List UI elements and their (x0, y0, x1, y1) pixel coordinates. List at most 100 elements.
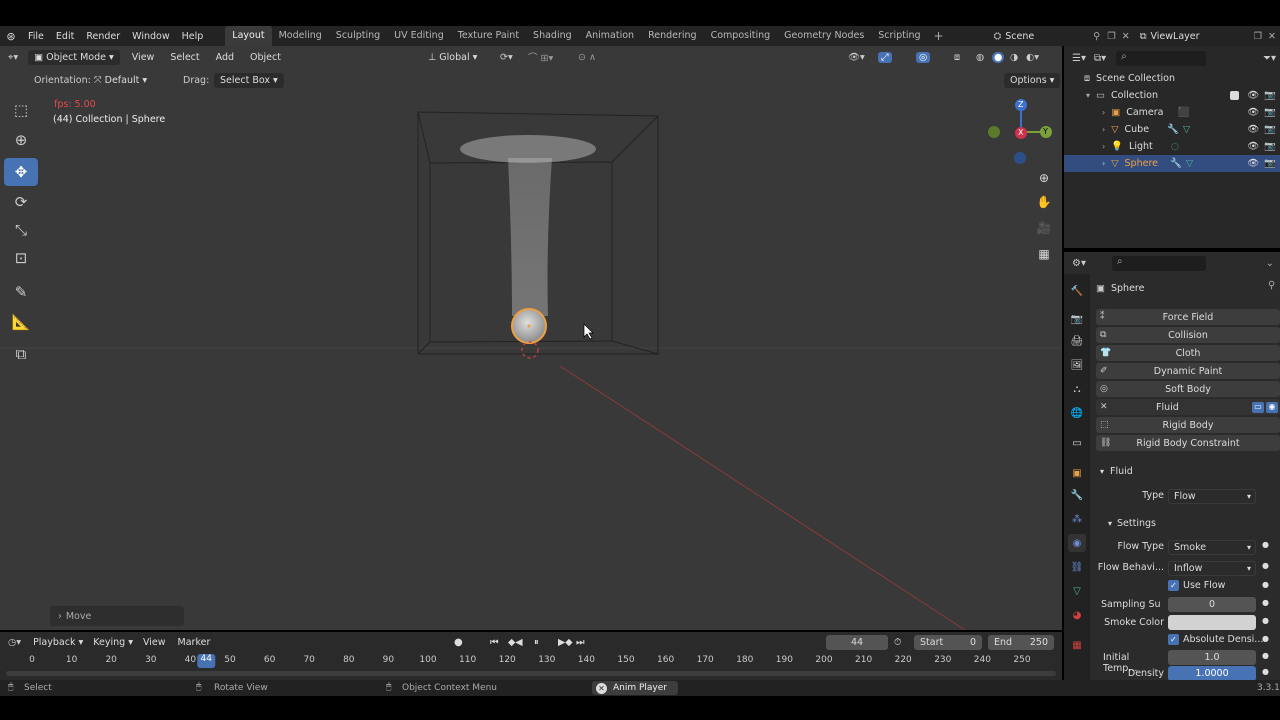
render-toggle-icon[interactable]: ◉ (1266, 401, 1278, 413)
smoke-color-swatch[interactable] (1168, 615, 1256, 630)
render-camera-icon[interactable]: 📷 (1264, 90, 1276, 101)
tab-uv-editing[interactable]: UV Editing (387, 26, 451, 46)
physics-tab-icon[interactable]: ◉ (1068, 534, 1086, 552)
new-view-layer-icon[interactable]: ❐ (1251, 31, 1266, 42)
view-layer-field[interactable]: ViewLayer (1151, 31, 1251, 42)
scene-collection-row[interactable]: ⧈ Scene Collection (1064, 70, 1280, 87)
texture-tab-icon[interactable]: ▦ (1068, 636, 1086, 654)
tab-rendering[interactable]: Rendering (641, 26, 704, 46)
visibility-eye-icon[interactable]: 👁 (1247, 141, 1259, 152)
keyframe-dot-icon[interactable]: ● (1262, 667, 1269, 676)
jump-start-icon[interactable]: ⏮ (490, 637, 499, 648)
keyframe-dot-icon[interactable]: ● (1262, 634, 1269, 643)
properties-search-icon[interactable]: ⌕ (1111, 255, 1206, 271)
tab-sculpting[interactable]: Sculpting (329, 26, 387, 46)
outliner-item-light[interactable]: › 💡 Light ◌ 👁 📷 (1064, 138, 1280, 155)
soft-body-button[interactable]: ◎ Soft Body (1096, 381, 1280, 397)
view-menu[interactable]: View (143, 637, 166, 648)
cancel-job-icon[interactable]: ✕ (596, 682, 607, 694)
initial-temp-field[interactable]: 1.0 (1168, 650, 1256, 665)
fluid-button[interactable]: ✕ Fluid ▭ ◉ (1096, 399, 1280, 415)
pin-icon[interactable]: ⚲ (1089, 31, 1104, 42)
density-field[interactable]: 1.0000 (1168, 666, 1256, 680)
keyframe-dot-icon[interactable]: ● (1262, 598, 1269, 607)
visibility-eye-icon[interactable]: 👁 (1247, 90, 1259, 101)
blender-logo-icon[interactable]: ⊛ (0, 30, 22, 43)
render-camera-icon[interactable]: 📷 (1264, 158, 1276, 169)
playback-menu[interactable]: Playback ▾ (33, 637, 83, 648)
flow-behavior-dropdown[interactable]: Inflow ▾ (1168, 561, 1256, 576)
camera-view-icon[interactable]: 🎥 (1033, 217, 1055, 239)
tab-scripting[interactable]: Scripting (871, 26, 927, 46)
menu-help[interactable]: Help (176, 31, 210, 42)
keyframe-prev-icon[interactable]: ◆◀ (508, 637, 523, 648)
menu-window[interactable]: Window (126, 31, 175, 42)
keying-menu[interactable]: Keying ▾ (93, 637, 133, 648)
visibility-eye-icon[interactable]: 👁 (1247, 158, 1259, 169)
render-camera-icon[interactable]: 📷 (1264, 107, 1276, 118)
keyframe-dot-icon[interactable]: ● (1262, 540, 1269, 549)
pause-icon[interactable]: ⏸ (534, 637, 539, 648)
collection-row[interactable]: ▾ ▭ Collection 👁 📷 (1064, 87, 1280, 104)
modifier-tab-icon[interactable]: 🔧 (1068, 486, 1086, 504)
material-tab-icon[interactable]: ◕ (1068, 606, 1086, 624)
3d-viewport[interactable]: ⌖▾ ▣ Object Mode ▾ View Select Add Objec… (0, 46, 1062, 630)
tab-texture-paint[interactable]: Texture Paint (451, 26, 526, 46)
flow-type-dropdown[interactable]: Smoke ▾ (1168, 540, 1256, 555)
outliner-item-camera[interactable]: › ▣ Camera ⬛ 👁 📷 (1064, 104, 1280, 121)
zoom-icon[interactable]: ⊕ (1033, 167, 1055, 189)
tab-geometry-nodes[interactable]: Geometry Nodes (777, 26, 871, 46)
timeline-editor-icon[interactable]: ◷▾ (0, 637, 25, 648)
filter-icon[interactable]: ⏷▾ (1259, 53, 1280, 64)
anim-player-job[interactable]: ✕ Anim Player (592, 681, 678, 695)
outliner-item-cube[interactable]: › ▽ Cube 🔧 ▽ 👁 📷 (1064, 121, 1280, 138)
add-workspace-icon[interactable]: + (928, 29, 950, 43)
end-frame-field[interactable]: End 250 (988, 635, 1054, 650)
view-layer-tab-icon[interactable]: 🖼 (1068, 356, 1086, 374)
object-tab-icon[interactable]: ▣ (1068, 464, 1086, 482)
timeline-scrollbar[interactable] (6, 671, 1056, 676)
menu-file[interactable]: File (22, 31, 50, 42)
start-frame-field[interactable]: Start 0 (914, 635, 982, 650)
scene-name-field[interactable]: Scene (1005, 31, 1089, 42)
playhead[interactable]: 44 (197, 654, 215, 668)
keyframe-dot-icon[interactable]: ● (1262, 561, 1269, 570)
cloth-button[interactable]: 👕 Cloth (1096, 345, 1280, 361)
output-tab-icon[interactable]: 🖨 (1068, 332, 1086, 350)
world-tab-icon[interactable]: 🌐 (1068, 404, 1086, 422)
exclude-checkbox[interactable] (1230, 91, 1240, 100)
last-operator-panel[interactable]: › Move (50, 606, 184, 626)
menu-edit[interactable]: Edit (50, 31, 80, 42)
visibility-eye-icon[interactable]: 👁 (1247, 107, 1259, 118)
marker-menu[interactable]: Marker (178, 637, 211, 648)
type-dropdown[interactable]: Flow ▾ (1168, 489, 1256, 504)
current-frame-field[interactable]: 44 (826, 635, 888, 650)
sampling-field[interactable]: 0 (1168, 597, 1256, 612)
tab-modeling[interactable]: Modeling (272, 26, 329, 46)
properties-editor-icon[interactable]: ⚙▾ (1064, 258, 1090, 269)
constraints-tab-icon[interactable]: ⛓ (1068, 558, 1086, 576)
frame-ruler[interactable]: 0 10 20 30 40 50 60 70 80 90 100 110 120 130 140 150 160… (0, 654, 1062, 668)
display-mode-icon[interactable]: ⧉▾ (1090, 53, 1110, 64)
pin-icon[interactable]: ⚲ (1268, 280, 1275, 291)
use-flow-checkbox[interactable]: ✓ Use Flow (1168, 580, 1225, 591)
tab-layout[interactable]: Layout (225, 26, 272, 46)
delete-view-layer-icon[interactable]: ✕ (1265, 31, 1280, 42)
tool-tab-icon[interactable]: 🔨 (1068, 282, 1086, 300)
delete-scene-icon[interactable]: ✕ (1119, 31, 1136, 42)
outliner-editor-icon[interactable]: ☰▾ (1064, 53, 1090, 64)
force-field-button[interactable]: ⁑ Force Field (1096, 309, 1280, 325)
keyframe-dot-icon[interactable]: ● (1262, 651, 1269, 660)
preview-range-icon[interactable]: ⏱ (894, 637, 901, 648)
render-camera-icon[interactable]: 📷 (1264, 141, 1276, 152)
ortho-grid-icon[interactable]: ▦ (1033, 243, 1055, 265)
absolute-density-checkbox[interactable]: ✓ Absolute Densi... (1168, 634, 1263, 645)
particles-tab-icon[interactable]: ⁂ (1068, 510, 1086, 528)
fluid-panel-header[interactable]: ▾ Fluid (1096, 464, 1280, 478)
pan-hand-icon[interactable]: ✋ (1033, 191, 1055, 213)
tab-shading[interactable]: Shading (526, 26, 579, 46)
collection-tab-icon[interactable]: ▭ (1068, 434, 1086, 452)
tab-animation[interactable]: Animation (579, 26, 641, 46)
collision-button[interactable]: ⧉ Collision (1096, 327, 1280, 343)
viewport-toggle-icon[interactable]: ▭ (1252, 401, 1264, 413)
